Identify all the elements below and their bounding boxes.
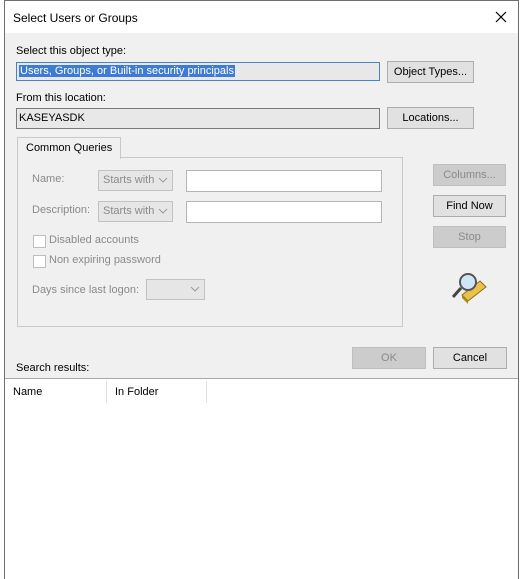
object-type-value: Users, Groups, or Built-in security prin… (19, 65, 235, 77)
name-label: Name: (32, 173, 65, 185)
search-results-list[interactable]: Name In Folder (5, 378, 518, 579)
column-separator[interactable] (206, 381, 207, 403)
name-mode-value: Starts with (103, 174, 155, 186)
title-bar: Select Users or Groups (5, 1, 518, 33)
disabled-accounts-label: Disabled accounts (49, 234, 139, 246)
description-label: Description: (32, 204, 91, 216)
find-now-button[interactable]: Find Now (433, 195, 506, 217)
column-header-in-folder[interactable]: In Folder (107, 379, 207, 405)
close-button[interactable] (490, 7, 512, 27)
days-since-logon-select[interactable] (146, 279, 205, 300)
columns-button[interactable]: Columns... (433, 164, 506, 186)
non-expiring-password-checkbox[interactable] (33, 255, 46, 268)
ok-button[interactable]: OK (352, 347, 426, 369)
days-since-logon-label: Days since last logon: (32, 284, 139, 296)
locations-button[interactable]: Locations... (387, 107, 474, 129)
object-types-button[interactable]: Object Types... (387, 61, 474, 83)
name-input[interactable] (186, 170, 382, 192)
object-type-field[interactable]: Users, Groups, or Built-in security prin… (16, 62, 380, 81)
chevron-down-icon (190, 286, 200, 292)
tab-common-queries[interactable]: Common Queries (17, 137, 122, 159)
name-mode-select[interactable]: Starts with (98, 170, 173, 191)
object-type-label: Select this object type: (16, 45, 127, 57)
column-header-name[interactable]: Name (5, 379, 107, 405)
stop-button[interactable]: Stop (433, 226, 506, 248)
non-expiring-password-label: Non expiring password (49, 254, 161, 266)
select-users-dialog: Select Users or Groups Select this objec… (4, 0, 519, 579)
cancel-button[interactable]: Cancel (433, 347, 507, 369)
description-mode-value: Starts with (103, 205, 155, 217)
search-results-label: Search results: (16, 362, 90, 374)
location-field[interactable]: KASEYASDK (16, 108, 380, 129)
close-icon (495, 11, 507, 23)
description-input[interactable] (186, 201, 382, 223)
search-magnifier-icon (451, 273, 487, 304)
dialog-title: Select Users or Groups (13, 11, 138, 25)
description-mode-select[interactable]: Starts with (98, 201, 173, 222)
location-label: From this location: (16, 92, 106, 104)
common-queries-panel: Name: Starts with Description: Starts wi… (17, 157, 403, 327)
disabled-accounts-checkbox[interactable] (33, 235, 46, 248)
chevron-down-icon (158, 177, 168, 183)
chevron-down-icon (158, 208, 168, 214)
